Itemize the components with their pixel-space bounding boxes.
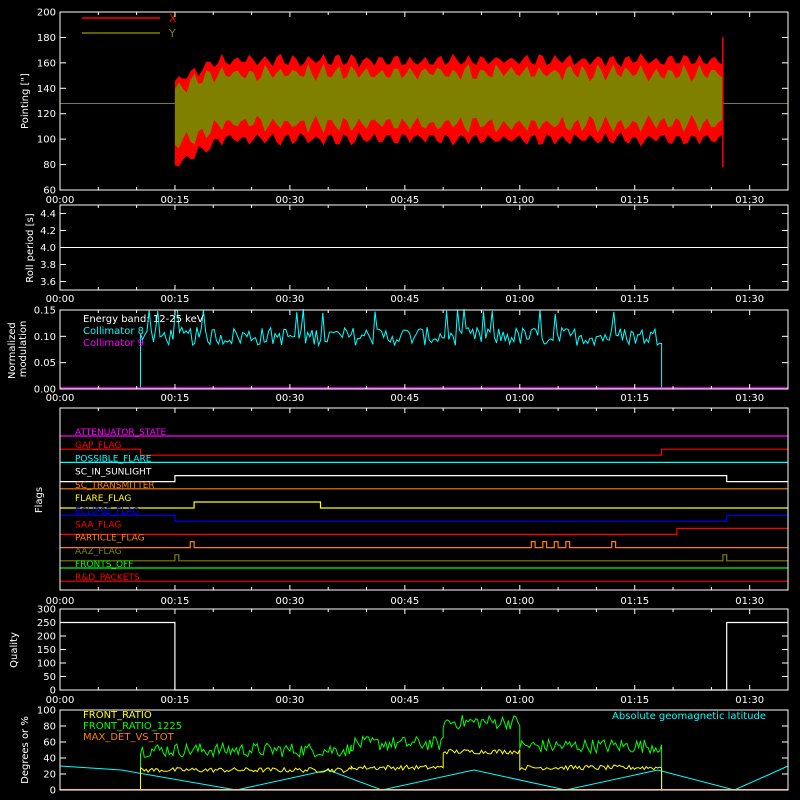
- y-tick-label: 3.6: [40, 277, 56, 288]
- time-tick-label: 01:15: [620, 695, 649, 706]
- y-tick-label: 3.8: [40, 260, 56, 271]
- time-tick-label: 00:45: [390, 695, 419, 706]
- quality-y-label: Quality: [9, 632, 20, 668]
- y-tick-label: 20: [43, 770, 56, 781]
- time-tick-label: 00:30: [275, 695, 304, 706]
- y-tick-label: 0.05: [34, 358, 56, 369]
- time-tick-label: 01:15: [620, 294, 649, 305]
- y-tick-label: 4.0: [40, 243, 56, 254]
- time-tick-label: 00:00: [46, 294, 75, 305]
- y-tick-label: 100: [37, 659, 56, 670]
- y-tick-label: 100: [37, 706, 56, 717]
- ratios-y-label: Degrees or %: [20, 716, 31, 784]
- y-tick-label: 0.10: [34, 332, 56, 343]
- flag-label: FLARE_FLAG: [75, 494, 131, 504]
- time-tick-label: 01:00: [505, 195, 534, 206]
- time-tick-label: 01:00: [505, 294, 534, 305]
- energy-band-label: Energy band: 12-25 keV: [83, 314, 204, 325]
- legend-geomagnetic-latitude: Absolute geomagnetic latitude: [612, 711, 766, 722]
- time-tick-label: 00:30: [275, 596, 304, 607]
- time-tick-label: 00:45: [390, 195, 419, 206]
- time-tick-label: 01:30: [735, 294, 764, 305]
- y-tick-label: 60: [43, 738, 56, 749]
- y-tick-label: 180: [37, 33, 56, 44]
- pointing-y-label: Pointing ["]: [20, 73, 31, 129]
- time-tick-label: 01:15: [620, 596, 649, 607]
- time-tick-label: 01:15: [620, 393, 649, 404]
- flag-label: SC_IN_SUNLIGHT: [75, 468, 152, 478]
- legend-collimator-9: Collimator 9: [83, 338, 144, 349]
- time-tick-label: 00:00: [46, 393, 75, 404]
- time-tick-label: 00:00: [46, 195, 75, 206]
- time-tick-label: 00:30: [275, 294, 304, 305]
- y-tick-label: 200: [37, 632, 56, 643]
- roll-y-label: Roll period [s]: [25, 213, 36, 282]
- legend-front-ratio-1225: FRONT_RATIO_1225: [83, 721, 182, 732]
- time-tick-label: 01:00: [505, 393, 534, 404]
- time-tick-label: 01:30: [735, 195, 764, 206]
- time-tick-label: 00:15: [161, 596, 190, 607]
- flag-label: PARTICLE_FLAG: [75, 534, 145, 544]
- time-tick-label: 01:30: [735, 695, 764, 706]
- time-tick-label: 01:30: [735, 393, 764, 404]
- time-tick-label: 00:15: [161, 393, 190, 404]
- y-tick-label: 50: [43, 672, 56, 683]
- y-tick-label: 40: [43, 754, 56, 765]
- flags-y-label: Flags: [34, 487, 45, 513]
- stacked-time-series-plots: 6080100120140160180200 Pointing ["] X Y …: [0, 0, 800, 800]
- time-tick-label: 00:45: [390, 596, 419, 607]
- legend-y: Y: [168, 27, 176, 40]
- time-tick-label: 00:45: [390, 393, 419, 404]
- legend-collimator-8: Collimator 8: [83, 326, 144, 337]
- y-tick-label: 140: [37, 84, 56, 95]
- y-tick-label: 250: [37, 618, 56, 629]
- time-tick-label: 00:00: [46, 695, 75, 706]
- y-tick-label: 160: [37, 58, 56, 69]
- modulation-y-label: Normalized modulation: [7, 319, 29, 379]
- time-tick-label: 00:15: [161, 695, 190, 706]
- y-tick-label: 4.2: [40, 226, 56, 237]
- time-tick-label: 00:30: [275, 393, 304, 404]
- time-tick-label: 01:00: [505, 596, 534, 607]
- y-tick-label: 120: [37, 109, 56, 120]
- y-tick-label: 80: [43, 722, 56, 733]
- y-tick-label: 100: [37, 135, 56, 146]
- time-tick-label: 01:15: [620, 195, 649, 206]
- time-tick-label: 00:15: [161, 294, 190, 305]
- time-tick-label: 00:45: [390, 294, 419, 305]
- legend-x: X: [169, 12, 177, 25]
- modulation-y-label-line1: Normalized: [7, 322, 18, 379]
- y-tick-label: 0: [50, 786, 56, 797]
- y-tick-label: 80: [43, 160, 56, 171]
- flag-label: AAZ_FLAG: [75, 547, 122, 557]
- y-tick-label: 4.4: [40, 209, 56, 220]
- modulation-y-label-line2: modulation: [18, 321, 29, 378]
- y-tick-label: 0.15: [34, 306, 56, 317]
- y-tick-label: 150: [37, 645, 56, 656]
- legend-max-det-vs-tot: MAX_DET_VS_TOT: [83, 732, 175, 743]
- time-tick-label: 01:30: [735, 596, 764, 607]
- y-tick-label: 300: [37, 605, 56, 616]
- y-tick-label: 200: [37, 8, 56, 19]
- time-tick-label: 01:00: [505, 695, 534, 706]
- time-tick-label: 00:15: [161, 195, 190, 206]
- time-tick-label: 00:30: [275, 195, 304, 206]
- flag-label: SAA_FLAG: [75, 520, 121, 530]
- legend-front-ratio: FRONT_RATIO: [83, 710, 152, 721]
